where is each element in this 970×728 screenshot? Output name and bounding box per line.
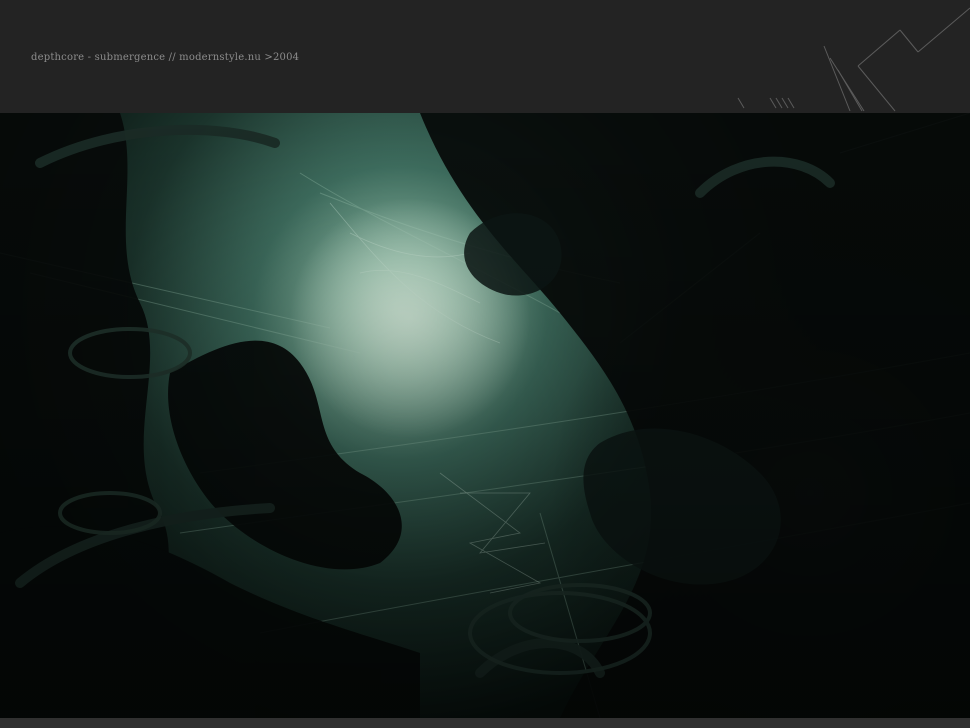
header-bar: depthcore - submergence // modernstyle.n…: [0, 0, 970, 113]
artwork-image: [0, 113, 970, 718]
wallpaper: depthcore - submergence // modernstyle.n…: [0, 0, 970, 728]
decorative-lines: [737, 7, 970, 112]
artwork-illustration: [0, 113, 970, 718]
bottom-strip: [0, 718, 970, 728]
caption-text: depthcore - submergence // modernstyle.n…: [31, 52, 300, 63]
